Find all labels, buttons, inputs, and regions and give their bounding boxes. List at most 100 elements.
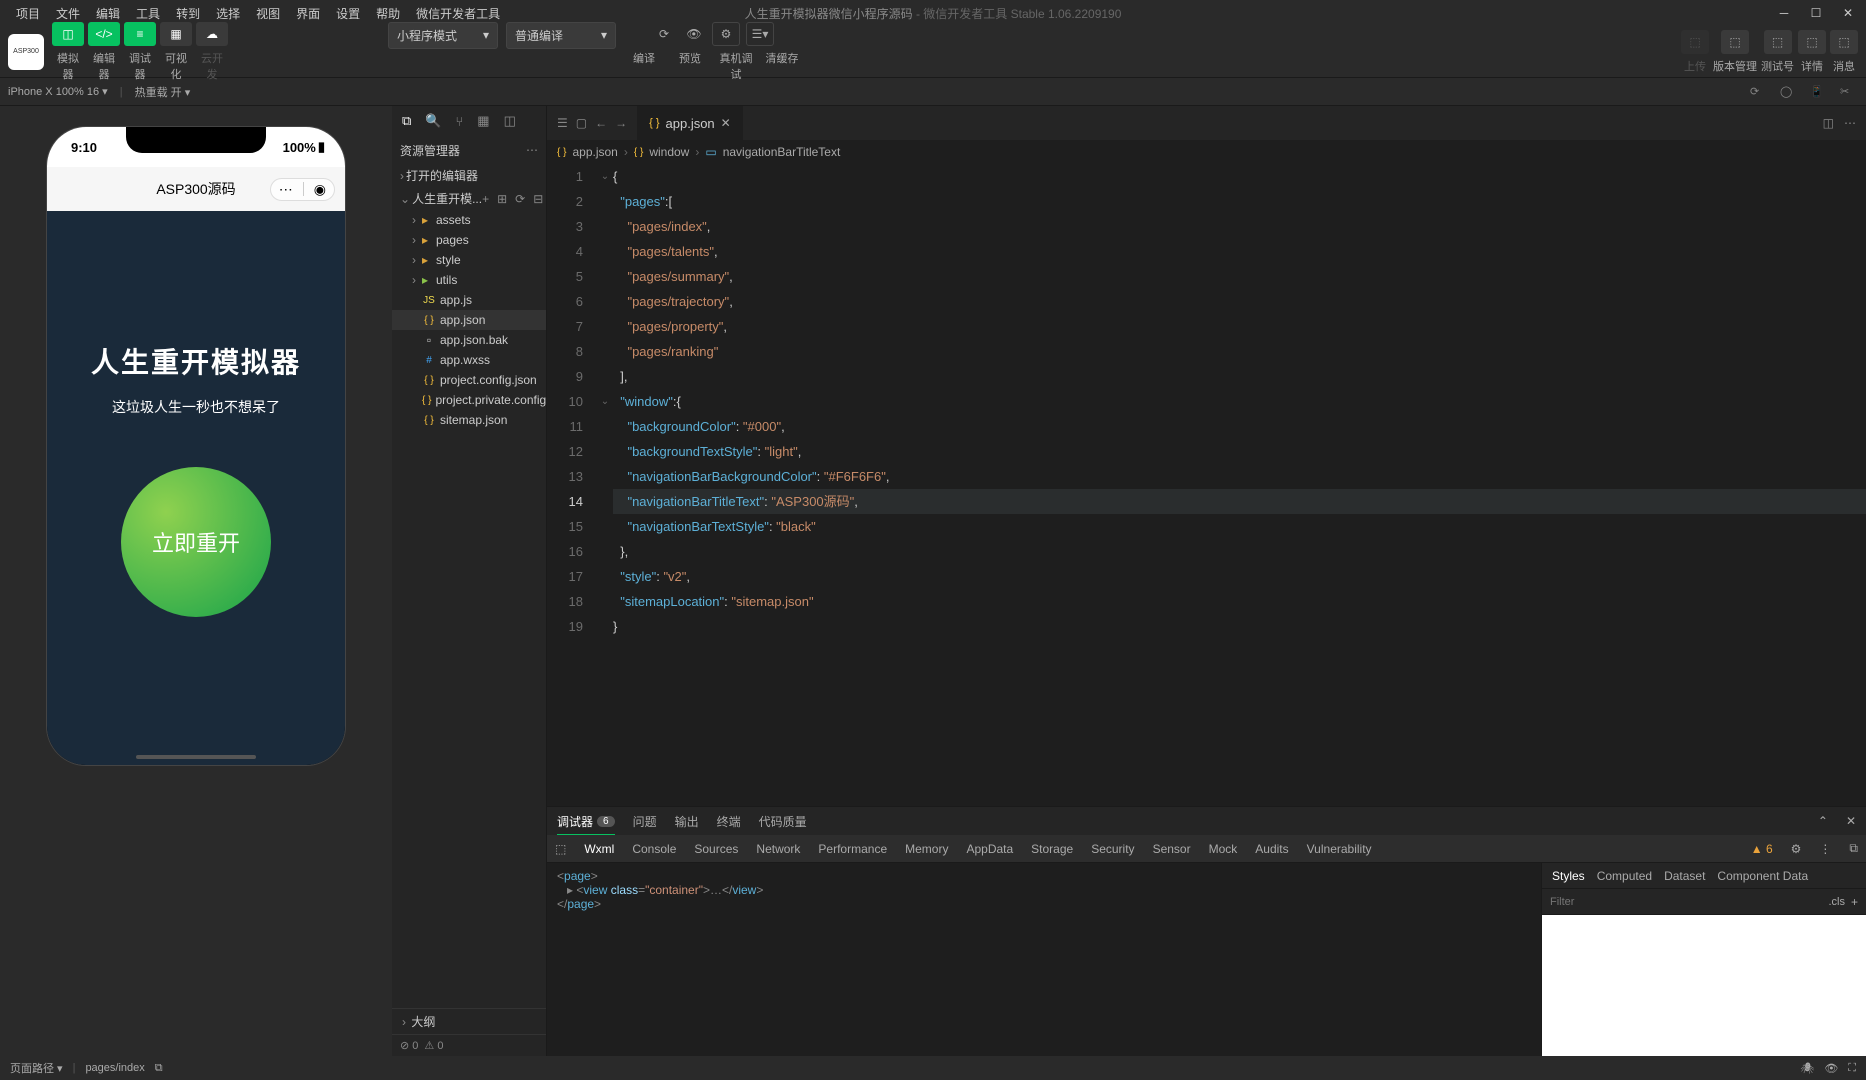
debugger-toggle[interactable]: ≡ <box>124 22 156 46</box>
styles-tab[interactable]: Dataset <box>1664 869 1705 883</box>
cloud-toggle[interactable]: ☁ <box>196 22 228 46</box>
devtools-tab[interactable]: Performance <box>818 842 887 856</box>
compile-button[interactable]: ⟳ <box>652 22 676 46</box>
menu-icon[interactable]: ⋯ <box>279 181 293 198</box>
files-icon[interactable]: ⧉ <box>402 113 411 129</box>
visualizer-toggle[interactable]: ▦ <box>160 22 192 46</box>
tree-folder[interactable]: ›▸pages <box>392 230 546 250</box>
refresh-icon[interactable]: ⟳ <box>1750 85 1768 98</box>
simulator-toggle[interactable]: ◫ <box>52 22 84 46</box>
tree-folder[interactable]: ›▸utils <box>392 270 546 290</box>
expand-icon[interactable]: ⛶ <box>1848 1062 1856 1075</box>
devtools-tab[interactable]: Storage <box>1031 842 1073 856</box>
debug-tab-problems[interactable]: 问题 <box>633 813 657 830</box>
hot-reload-toggle[interactable]: 热重载 开 ▾ <box>135 84 191 100</box>
warning-badge[interactable]: ▲ 6 <box>1751 842 1773 856</box>
tree-file[interactable]: { }app.json <box>392 310 546 330</box>
devtools-tab[interactable]: Sensor <box>1153 842 1191 856</box>
toolbar-right-btn[interactable]: ⬚ <box>1721 30 1749 54</box>
close-button[interactable]: ✕ <box>1838 6 1858 20</box>
eye-icon[interactable]: 👁 <box>1824 1062 1838 1075</box>
editor-toggle[interactable]: </> <box>88 22 120 46</box>
toolbar-right-btn[interactable]: ⬚ <box>1764 30 1792 54</box>
menu-item[interactable]: 设置 <box>328 1 368 26</box>
rotate-icon[interactable]: 📱 <box>1810 85 1828 98</box>
more-tab-icon[interactable]: ⋯ <box>1844 116 1856 130</box>
styles-tab[interactable]: Computed <box>1597 869 1652 883</box>
warning-count[interactable]: ⚠ 0 <box>424 1039 443 1052</box>
collapse-debug-icon[interactable]: ⌃ <box>1818 814 1828 828</box>
tree-file[interactable]: JSapp.js <box>392 290 546 310</box>
add-style-icon[interactable]: + <box>1851 895 1858 909</box>
save-icon[interactable]: ▢ <box>576 116 587 130</box>
tab-close-icon[interactable]: ✕ <box>721 116 731 130</box>
devtools-tab[interactable]: Memory <box>905 842 948 856</box>
forward-icon[interactable]: → <box>615 116 627 130</box>
devtools-tab[interactable]: Network <box>756 842 800 856</box>
tree-file[interactable]: { }project.config.json <box>392 370 546 390</box>
menu-toggle-icon[interactable]: ☰ <box>557 116 568 130</box>
more-icon[interactable]: ⋯ <box>526 143 538 157</box>
devtools-tab[interactable]: Sources <box>694 842 738 856</box>
git-icon[interactable]: ⑂ <box>455 114 463 129</box>
debug-tab-output[interactable]: 输出 <box>675 813 699 830</box>
tree-folder[interactable]: ›▸style <box>392 250 546 270</box>
devtools-tab[interactable]: Wxml <box>584 842 614 856</box>
copy-icon[interactable]: ⧉ <box>155 1062 163 1075</box>
shapes-icon[interactable]: ◫ <box>504 113 516 129</box>
styles-tab[interactable]: Styles <box>1552 869 1585 883</box>
new-file-icon[interactable]: + <box>482 192 489 206</box>
devtools-tab[interactable]: Mock <box>1209 842 1238 856</box>
mode-select[interactable]: 小程序模式▾ <box>388 22 498 49</box>
devtools-tab[interactable]: Security <box>1091 842 1134 856</box>
devtools-tab[interactable]: AppData <box>966 842 1013 856</box>
toolbar-right-btn[interactable]: ⬚ <box>1830 30 1858 54</box>
close-debug-icon[interactable]: ✕ <box>1846 814 1856 828</box>
devtools-tab[interactable]: Console <box>632 842 676 856</box>
breadcrumb[interactable]: { } app.json› { } window› ▭ navigationBa… <box>547 140 1866 164</box>
wxml-tree[interactable]: <page> ▸ <view class="container">…</view… <box>547 863 1541 1056</box>
minimize-button[interactable]: ─ <box>1774 6 1794 20</box>
dock-icon[interactable]: ⧉ <box>1849 841 1858 856</box>
compile-select[interactable]: 普通编译▾ <box>506 22 616 49</box>
settings-icon[interactable]: ⚙ <box>1791 842 1802 856</box>
menu-item[interactable]: 项目 <box>8 1 48 26</box>
cls-button[interactable]: .cls <box>1828 896 1845 908</box>
ext-icon[interactable]: ▦ <box>477 113 489 129</box>
remote-debug-button[interactable]: ⚙ <box>712 22 740 46</box>
error-count[interactable]: ⊘ 0 <box>400 1039 418 1052</box>
tree-file[interactable]: ▫app.json.bak <box>392 330 546 350</box>
tree-file[interactable]: { }project.private.config.js... <box>392 390 546 410</box>
stop-icon[interactable]: ◯ <box>1780 85 1798 98</box>
split-icon[interactable]: ◫ <box>1823 116 1834 130</box>
page-path-label[interactable]: 页面路径 ▾ <box>10 1060 63 1076</box>
restart-button[interactable]: 立即重开 <box>121 467 271 617</box>
bug-icon[interactable]: 🕷 <box>1800 1062 1814 1075</box>
maximize-button[interactable]: ☐ <box>1806 6 1826 20</box>
new-folder-icon[interactable]: ⊞ <box>497 192 507 206</box>
debug-tab-debugger[interactable]: 调试器 6 <box>557 813 615 836</box>
toolbar-right-btn[interactable]: ⬚ <box>1798 30 1826 54</box>
tree-folder[interactable]: ›▸assets <box>392 210 546 230</box>
debug-tab-terminal[interactable]: 终端 <box>717 813 741 830</box>
tree-file[interactable]: { }sitemap.json <box>392 410 546 430</box>
clear-cache-button[interactable]: ☰▾ <box>746 22 774 46</box>
inspect-icon[interactable]: ⬚ <box>555 842 566 856</box>
more-dev-icon[interactable]: ⋮ <box>1819 842 1831 856</box>
preview-button[interactable]: 👁 <box>682 22 706 46</box>
open-editors-section[interactable]: ›打开的编辑器 <box>392 164 546 187</box>
devtools-tab[interactable]: Vulnerability <box>1307 842 1372 856</box>
styles-tab[interactable]: Component Data <box>1717 869 1808 883</box>
refresh-tree-icon[interactable]: ⟳ <box>515 192 525 206</box>
nav-capsule[interactable]: ⋯ ◉ <box>270 178 335 201</box>
menu-item[interactable]: 界面 <box>288 1 328 26</box>
code-editor[interactable]: 12345678910111213141516171819 ⌄⌄ { "page… <box>547 164 1866 806</box>
collapse-icon[interactable]: ⊟ <box>533 192 543 206</box>
target-icon[interactable]: ◉ <box>314 181 326 198</box>
debug-tab-quality[interactable]: 代码质量 <box>759 813 807 830</box>
cut-icon[interactable]: ✂ <box>1840 85 1858 98</box>
styles-filter-input[interactable] <box>1550 896 1822 908</box>
menu-item[interactable]: 视图 <box>248 1 288 26</box>
devtools-tab[interactable]: Audits <box>1255 842 1288 856</box>
toolbar-right-btn[interactable]: ⬚ <box>1681 30 1709 54</box>
